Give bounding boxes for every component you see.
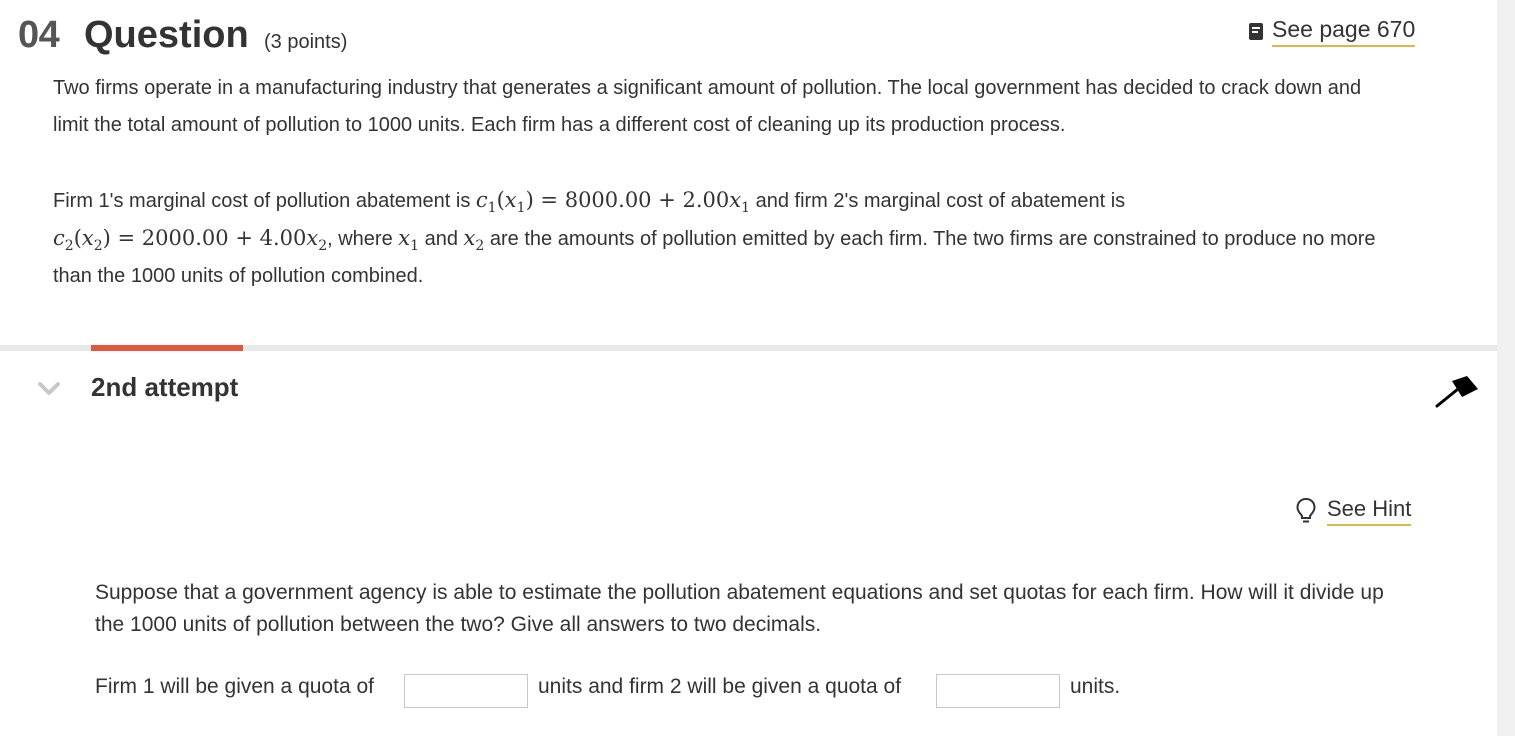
answer-text-post: units.	[1070, 675, 1121, 698]
eq2-constant: 2000.00	[141, 226, 229, 250]
eq2-coefficient: 4.00	[259, 226, 307, 250]
pin-icon[interactable]	[1434, 373, 1480, 409]
question-number: 04	[18, 14, 60, 56]
problem-text: and firm 2's marginal cost of abatement …	[755, 190, 1126, 212]
attempt-tab-indicator	[91, 345, 243, 351]
problem-text: are the amounts of pollution emitted by …	[489, 228, 1376, 250]
variable-x1: x1	[398, 226, 420, 255]
eq1-constant: 8000.00	[564, 188, 652, 212]
question-prompt: Suppose that a government agency is able…	[95, 581, 1384, 636]
problem-text: Firm 1's marginal cost of pollution abat…	[53, 190, 471, 212]
see-page-link[interactable]: See page 670	[1249, 14, 1416, 48]
problem-line: Two firms operate in a manufacturing ind…	[53, 77, 1362, 99]
lightbulb-icon	[1296, 497, 1316, 523]
problem-line: Firm 1's marginal cost of pollution abat…	[53, 188, 1125, 216]
answer-text-pre: Firm 1 will be given a quota of	[95, 675, 374, 698]
question-points: (3 points)	[264, 31, 348, 53]
eq1-coefficient: 2.00	[682, 188, 730, 212]
equation-firm2: c2(x2) = 2000.00 + 4.00x2	[53, 226, 328, 255]
problem-line: than the 1000 units of pollution combine…	[53, 265, 424, 287]
answer-text-mid: units and firm 2 will be given a quota o…	[538, 675, 902, 698]
attempt-label: 2nd attempt	[91, 372, 239, 402]
book-icon	[1249, 22, 1263, 40]
see-hint-link[interactable]: See Hint	[1296, 496, 1412, 526]
problem-line: c2(x2) = 2000.00 + 4.00x2, where x1 and …	[53, 226, 1376, 254]
question-page: 04 Question (3 points) See page 670 Two …	[0, 0, 1515, 736]
variable-x2: x2	[463, 226, 485, 255]
firm2-quota-input[interactable]	[936, 674, 1060, 708]
equation-firm1: c1(x1) = 8000.00 + 2.00x1	[475, 188, 751, 217]
see-hint-label: See Hint	[1327, 496, 1412, 526]
question-title: Question	[84, 14, 249, 56]
firm1-quota-input[interactable]	[404, 674, 528, 708]
scrollbar-track[interactable]	[1497, 0, 1515, 736]
problem-text: and	[424, 228, 458, 250]
problem-line: limit the total amount of pollution to 1…	[53, 114, 1066, 136]
problem-text: , where	[327, 228, 393, 250]
chevron-down-icon[interactable]	[38, 382, 60, 396]
see-page-label: See page 670	[1272, 16, 1416, 47]
